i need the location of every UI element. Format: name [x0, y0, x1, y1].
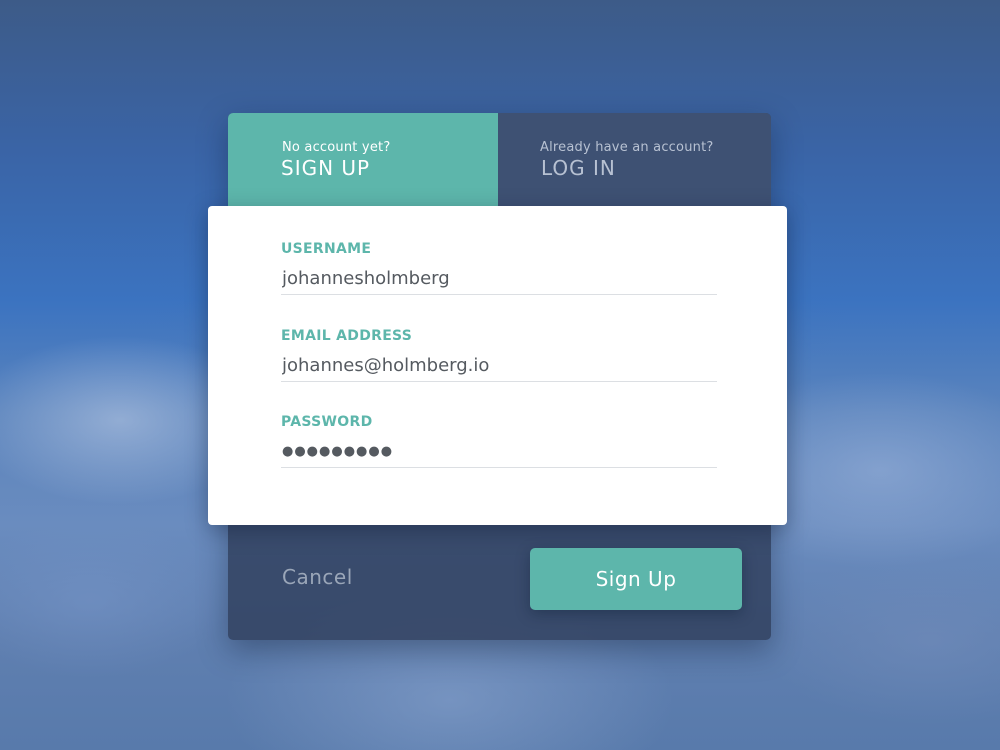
username-field-group: USERNAME [281, 241, 717, 303]
password-field-group: PASSWORD [281, 414, 717, 476]
password-input[interactable] [281, 436, 717, 468]
login-tab-hint: Already have an account? [540, 140, 714, 155]
email-field-group: EMAIL ADDRESS [281, 328, 717, 390]
signup-form: USERNAME EMAIL ADDRESS PASSWORD [208, 206, 787, 525]
password-label: PASSWORD [281, 414, 373, 430]
tab-login[interactable]: Already have an account? LOG IN [498, 113, 771, 206]
email-label: EMAIL ADDRESS [281, 328, 413, 344]
email-input[interactable] [281, 350, 717, 382]
signup-tab-title: SIGN UP [281, 156, 371, 180]
signup-tab-hint: No account yet? [282, 140, 391, 155]
tab-signup[interactable]: No account yet? SIGN UP [228, 113, 498, 206]
username-input[interactable] [281, 263, 717, 295]
cancel-button[interactable]: Cancel [282, 565, 353, 589]
login-tab-title: LOG IN [541, 156, 616, 180]
username-label: USERNAME [281, 241, 372, 257]
sign-up-button[interactable]: Sign Up [530, 548, 742, 610]
